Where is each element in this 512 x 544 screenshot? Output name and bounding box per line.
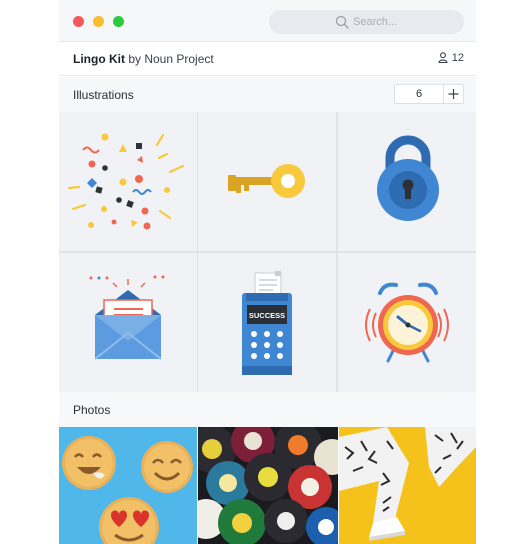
user-icon <box>438 52 448 64</box>
search-input[interactable] <box>353 13 453 31</box>
photo-tile[interactable] <box>339 427 476 544</box>
payment-terminal-icon: SUCCESS <box>242 271 292 375</box>
search-field[interactable] <box>269 10 464 34</box>
title-bar <box>59 0 476 42</box>
close-window-button[interactable] <box>73 16 84 27</box>
padlock-icon <box>377 135 439 221</box>
illustration-tile[interactable] <box>198 112 336 251</box>
illustrations-label: Illustrations <box>73 88 134 102</box>
illustrations-grid: SUCCESS <box>59 112 476 392</box>
zoom-window-button[interactable] <box>113 16 124 27</box>
plus-icon[interactable] <box>444 85 463 103</box>
illustration-tile[interactable] <box>59 112 197 251</box>
photos-section-header: Photos <box>59 392 476 427</box>
illustration-tile[interactable]: SUCCESS <box>198 253 336 392</box>
confetti-icon <box>67 133 185 230</box>
illustration-tile[interactable] <box>59 253 197 392</box>
app-window: Lingo Kit by Noun Project 12 Illustratio… <box>59 0 476 544</box>
patterned-pants-photo <box>339 427 476 544</box>
photos-label: Photos <box>73 403 111 417</box>
kit-name: Lingo Kit <box>73 52 125 66</box>
columns-stepper[interactable]: 6 <box>394 84 464 104</box>
kit-header: Lingo Kit by Noun Project 12 <box>59 42 476 76</box>
illustrations-section-header: Illustrations 6 <box>59 77 476 112</box>
columns-value[interactable]: 6 <box>395 88 443 100</box>
vinyl-records-photo <box>198 427 338 544</box>
envelope-icon <box>89 275 165 360</box>
emoji-cookies-photo <box>59 427 197 544</box>
minimize-window-button[interactable] <box>93 16 104 27</box>
search-icon <box>335 15 349 29</box>
key-icon <box>228 164 305 198</box>
kit-title: Lingo Kit by Noun Project <box>73 52 214 66</box>
members-button[interactable]: 12 <box>438 52 464 64</box>
illustration-tile[interactable] <box>338 112 476 251</box>
alarm-clock-icon <box>365 282 449 363</box>
kit-author: by Noun Project <box>128 52 214 66</box>
photo-tile[interactable] <box>198 427 338 544</box>
photo-tile[interactable] <box>59 427 197 544</box>
terminal-success-text: SUCCESS <box>249 311 285 320</box>
photos-row <box>59 427 476 544</box>
member-count: 12 <box>451 52 464 64</box>
illustration-tile[interactable] <box>338 253 476 392</box>
